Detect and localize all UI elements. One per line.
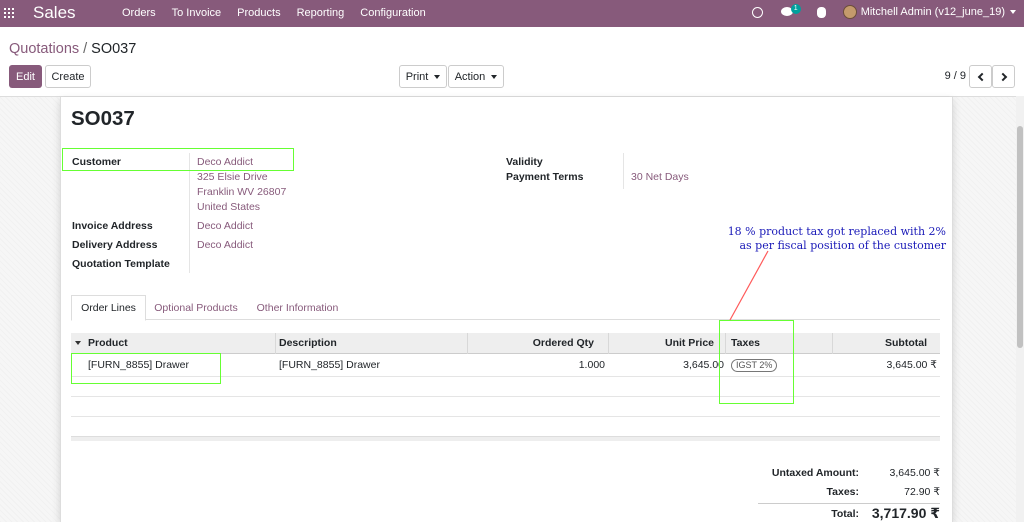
breadcrumb-quotations[interactable]: Quotations: [9, 41, 79, 57]
col-description[interactable]: Description: [279, 333, 459, 354]
tab-order-lines[interactable]: Order Lines: [71, 295, 146, 321]
menu-orders[interactable]: Orders: [122, 7, 156, 19]
scrollbar-thumb[interactable]: [1017, 126, 1023, 348]
edit-button[interactable]: Edit: [9, 65, 42, 88]
table-footer: [71, 436, 940, 441]
tab-other-information[interactable]: Other Information: [250, 295, 345, 321]
col-subtotal[interactable]: Subtotal: [835, 333, 927, 354]
field-divider: [189, 153, 190, 273]
untaxed-amount-label: Untaxed Amount:: [771, 467, 859, 479]
delivery-address-link[interactable]: Deco Addict: [197, 239, 253, 251]
row-subtotal: 3,645.00 ₹: [886, 359, 937, 371]
caret-down-icon: [1010, 10, 1016, 15]
customer-address-street: 325 Elsie Drive: [197, 171, 268, 183]
action-button[interactable]: Action: [448, 65, 504, 88]
pager-previous-button[interactable]: [969, 65, 992, 88]
breadcrumb-current: SO037: [91, 41, 137, 57]
col-unit-price[interactable]: Unit Price: [610, 333, 714, 354]
menu-to-invoice[interactable]: To Invoice: [172, 7, 222, 19]
pager-next-button[interactable]: [992, 65, 1015, 88]
main-menu: Orders To Invoice Products Reporting Con…: [114, 7, 434, 19]
invoice-address-label: Invoice Address: [72, 220, 153, 232]
taxes-label: Taxes:: [826, 486, 860, 498]
col-product[interactable]: Product: [88, 333, 268, 354]
caret-down-icon: [491, 74, 498, 79]
vertical-scrollbar[interactable]: [1016, 96, 1024, 522]
payment-terms-value[interactable]: 30 Net Days: [631, 171, 689, 183]
validity-label: Validity: [506, 156, 543, 168]
annotation-line-2: as per fiscal position of the customer: [739, 239, 946, 252]
payment-terms-label: Payment Terms: [506, 171, 584, 183]
totals-divider: [758, 503, 940, 504]
taxes-highlight-box: [719, 320, 794, 404]
apps-menu-icon[interactable]: [4, 8, 14, 18]
delivery-address-label: Delivery Address: [72, 239, 158, 251]
user-menu[interactable]: Mitchell Admin (v12_june_19): [861, 6, 1016, 18]
top-navbar: Sales Orders To Invoice Products Reporti…: [0, 0, 1024, 27]
messaging-badge: 1: [790, 3, 801, 14]
print-label: Print: [405, 70, 429, 83]
breadcrumb: Quotations / SO037: [9, 41, 136, 57]
systray: 1 Mitchell Admin (v12_june_19): [751, 3, 1016, 19]
chevron-left-icon: [977, 72, 986, 81]
row-divider: [71, 416, 940, 417]
messaging-icon[interactable]: 1: [780, 3, 801, 18]
activity-clock-icon[interactable]: [751, 6, 763, 18]
untaxed-amount-value: 3,645.00 ₹: [889, 467, 940, 479]
quotation-template-label: Quotation Template: [72, 258, 170, 270]
breadcrumb-separator: /: [83, 41, 88, 57]
menu-configuration[interactable]: Configuration: [360, 7, 425, 19]
print-button[interactable]: Print: [399, 65, 447, 88]
product-highlight-box: [71, 353, 221, 384]
menu-products[interactable]: Products: [237, 7, 280, 19]
record-title: SO037: [71, 107, 135, 130]
user-name: Mitchell Admin (v12_june_19): [860, 6, 1005, 18]
customer-highlight-box: [62, 148, 294, 171]
annotation-line-1: 18 % product tax got replaced with 2%: [727, 225, 946, 238]
debug-icon[interactable]: [816, 6, 826, 18]
create-button[interactable]: Create: [45, 65, 91, 88]
user-avatar[interactable]: [842, 5, 857, 19]
row-divider: [71, 396, 940, 397]
app-brand[interactable]: Sales: [33, 3, 76, 23]
chevron-right-icon: [998, 72, 1007, 81]
row-description[interactable]: [FURN_8855] Drawer: [279, 355, 459, 376]
field-divider: [623, 153, 624, 189]
taxes-value: 72.90 ₹: [904, 486, 940, 498]
row-unit-price[interactable]: 3,645.00: [610, 355, 724, 376]
invoice-address-link[interactable]: Deco Addict: [197, 220, 253, 232]
col-ordered-qty[interactable]: Ordered Qty: [470, 333, 594, 354]
tab-optional-products[interactable]: Optional Products: [147, 295, 245, 321]
total-value: 3,717.90 ₹: [871, 505, 940, 521]
row-qty[interactable]: 1.000: [470, 355, 605, 376]
action-label: Action: [454, 70, 486, 83]
customer-address-country: United States: [197, 201, 261, 213]
menu-reporting[interactable]: Reporting: [297, 7, 345, 19]
annotation-note: 18 % product tax got replaced with 2% as…: [706, 225, 946, 253]
pager-value[interactable]: 9 / 9: [945, 70, 966, 82]
caret-down-icon: [434, 74, 441, 79]
sort-caret-icon[interactable]: [75, 341, 81, 345]
customer-address-city: Franklin WV 26807: [197, 186, 287, 198]
